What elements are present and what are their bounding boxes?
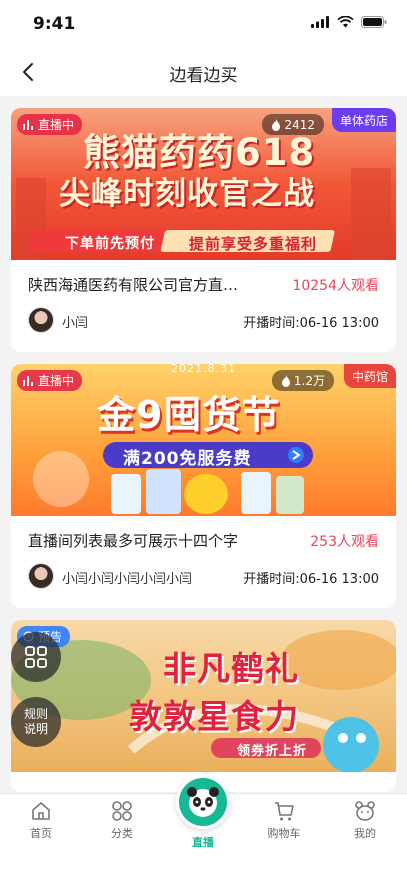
- tab-label: 首页: [30, 827, 52, 840]
- cover-tagline-1: 满200免服务费: [123, 449, 252, 469]
- viewer-count: 253人观看: [310, 534, 379, 550]
- tab-home[interactable]: 首页: [11, 800, 71, 841]
- live-bars-icon: [23, 119, 33, 130]
- live-status-badge: 直播中: [17, 370, 83, 391]
- live-room-title: 直播间列表最多可展示十四个字: [28, 532, 239, 550]
- rules-button[interactable]: 规则 说明: [11, 697, 61, 747]
- tab-label: 购物车: [267, 827, 301, 840]
- store-type-badge: 中药馆: [343, 364, 396, 388]
- viewer-count: 10254人观看: [292, 278, 379, 294]
- start-time: 开播时间:06-16 13:00: [243, 316, 379, 331]
- grid-icon: [25, 646, 47, 668]
- cover-tagline-1: 领券折上折: [237, 744, 308, 759]
- view-count-badge: 1.2万: [271, 370, 334, 391]
- live-status-label: 直播中: [38, 374, 75, 388]
- cover-date: 2021.8.31: [171, 364, 236, 375]
- signal-icon: [311, 16, 329, 28]
- live-status-label: 直播中: [38, 118, 75, 132]
- host-name: 小闫: [62, 316, 89, 331]
- cart-icon: [275, 802, 294, 821]
- status-time: 9:41: [33, 14, 76, 34]
- tab-profile[interactable]: 我的: [335, 800, 395, 841]
- tab-label: 分类: [111, 827, 133, 840]
- home-icon: [32, 802, 50, 820]
- live-cover-image[interactable]: 熊猫药药618 尖峰时刻收官之战 下单前先预付 提前享受多重福利 直播中 241…: [11, 108, 396, 260]
- cover-subheadline: 尖峰时刻收官之战: [59, 176, 315, 212]
- view-count: 1.2万: [293, 374, 325, 388]
- status-bar: 9:41: [0, 0, 407, 48]
- status-icons: [311, 16, 387, 28]
- live-card[interactable]: 2021.8.31 金9囤货节 满200免服务费 直播中 1.2万 中药馆 直播…: [11, 364, 396, 608]
- cover-subheadline: 敦敦星食力: [129, 697, 299, 736]
- cover-headline: 非凡鹤礼: [163, 649, 299, 688]
- tab-label: 我的: [354, 827, 376, 840]
- live-card[interactable]: 熊猫药药618 尖峰时刻收官之战 下单前先预付 提前享受多重福利 直播中 241…: [11, 108, 396, 352]
- category-icon: [112, 801, 132, 821]
- avatar: [28, 563, 54, 589]
- store-type-badge: 单体药店: [331, 108, 396, 132]
- live-status-badge: 直播中: [17, 114, 83, 135]
- tab-cart[interactable]: 购物车: [254, 800, 314, 841]
- live-cover-image[interactable]: 非凡鹤礼 敦敦星食力 领券折上折 预告: [11, 620, 396, 772]
- rules-label-2: 说明: [23, 722, 48, 736]
- live-room-title: 陕西海通医药有限公司官方直…: [28, 276, 239, 294]
- live-cover-image[interactable]: 2021.8.31 金9囤货节 满200免服务费 直播中 1.2万 中药馆: [11, 364, 396, 516]
- battery-icon: [361, 16, 387, 28]
- fire-icon: [272, 118, 281, 131]
- tab-category[interactable]: 分类: [92, 800, 152, 841]
- avatar: [28, 307, 54, 333]
- host-name: 小闫小闫小闫小闫小闫: [62, 572, 193, 587]
- cover-tagline-2: 提前享受多重福利: [189, 235, 318, 253]
- category-float-button[interactable]: [11, 632, 61, 682]
- tab-bar: 首页 分类 直播 购物车 我的: [0, 775, 407, 883]
- profile-icon: [355, 801, 375, 821]
- cover-tagline-1: 下单前先预付: [65, 236, 155, 252]
- start-time: 开播时间:06-16 13:00: [243, 572, 379, 587]
- view-count: 2412: [284, 117, 315, 132]
- fire-icon: [281, 374, 290, 387]
- page-title: 边看边买: [169, 66, 238, 86]
- nav-bar: 边看边买: [0, 48, 407, 96]
- live-card[interactable]: 非凡鹤礼 敦敦星食力 领券折上折 预告: [11, 620, 396, 792]
- view-count-badge: 2412: [262, 114, 324, 135]
- cover-headline: 金9囤货节: [97, 393, 281, 437]
- panda-live-icon: [187, 787, 219, 817]
- rules-label-1: 规则: [23, 707, 48, 721]
- tab-live-label: 直播: [192, 836, 214, 849]
- tab-live[interactable]: [176, 775, 230, 829]
- wifi-icon: [337, 16, 354, 28]
- live-bars-icon: [23, 375, 33, 386]
